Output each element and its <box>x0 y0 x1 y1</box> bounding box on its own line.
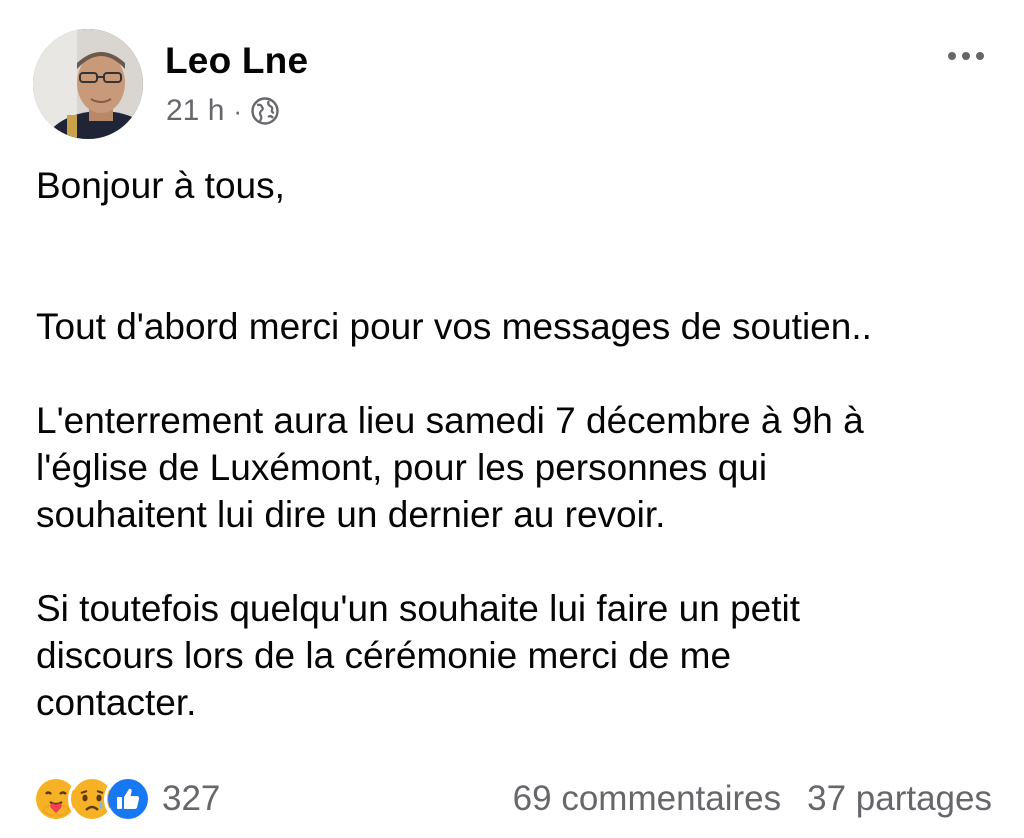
meta-separator: · <box>233 95 243 126</box>
more-dot <box>976 52 984 60</box>
like-reaction-icon <box>104 775 152 823</box>
avatar-image <box>33 29 143 139</box>
post-card: Leo Lne 21 h · Bonjour à tous, Tout d'ab… <box>0 0 1024 838</box>
shares-count-link[interactable]: 37 partages <box>807 779 992 819</box>
more-dot <box>962 52 970 60</box>
globe-icon[interactable] <box>250 96 280 126</box>
author-name[interactable]: Leo Lne <box>165 40 308 82</box>
post-paragraph: L'enterrement aura lieu samedi 7 décembr… <box>36 400 864 535</box>
more-dot <box>948 52 956 60</box>
more-options-button[interactable] <box>948 52 984 60</box>
post-text: Bonjour à tous, Tout d'abord merci pour … <box>36 162 1001 726</box>
post-meta: 21 h · <box>166 93 280 129</box>
comments-count-link[interactable]: 69 commentaires <box>513 779 781 819</box>
avatar[interactable] <box>33 29 143 139</box>
post-paragraph: Tout d'abord merci pour vos messages de … <box>36 306 872 347</box>
engagement-counts: 69 commentaires 37 partages <box>513 779 992 819</box>
post-paragraph: Bonjour à tous, <box>36 165 285 206</box>
reaction-count[interactable]: 327 <box>162 779 220 819</box>
post-time[interactable]: 21 h <box>166 94 224 128</box>
post-footer: 327 69 commentaires 37 partages <box>32 772 992 826</box>
post-paragraph: Si toutefois quelqu'un souhaite lui fair… <box>36 588 801 723</box>
reactions-summary[interactable]: 327 <box>32 775 220 823</box>
